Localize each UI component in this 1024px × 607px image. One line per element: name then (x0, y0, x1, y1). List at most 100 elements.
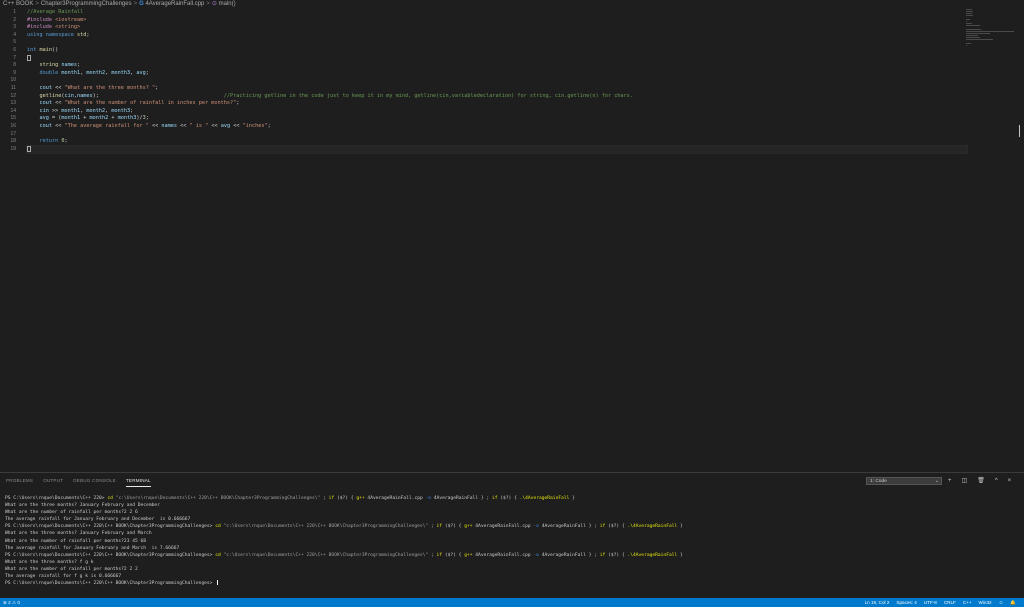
language-mode[interactable]: C++ (963, 598, 972, 607)
line-number: 17 (10, 130, 16, 137)
terminal-line: PS C:\Users\rnque\Documents\C++ 220\C++ … (5, 552, 683, 558)
bell-icon[interactable]: 🔔 (1010, 598, 1016, 607)
cpp-file-icon: G (139, 1, 144, 7)
breadcrumb-item[interactable]: Chapter3ProgrammingChallenges (41, 1, 132, 7)
code-line: cout << "What are the three months? "; (39, 84, 159, 91)
line-ending[interactable]: CRLF (944, 598, 956, 607)
feedback-icon[interactable]: ☺ (999, 598, 1004, 607)
terminal-line: What are the number of rainfall per mont… (5, 566, 138, 572)
line-number: 9 (13, 69, 16, 76)
terminal-line: The average rainfall for January Februar… (5, 545, 180, 551)
minimap-line (966, 14, 973, 17)
terminal-line: What are the three months? f g k (5, 559, 94, 565)
terminal-output[interactable]: PS C:\Users\rnque\Documents\C++ 220> cd … (5, 495, 1015, 587)
terminal-select[interactable]: 1: Code ⌄ (866, 477, 942, 485)
code-area[interactable]: //Average Rainfall #include <iostream> #in… (26, 9, 968, 155)
code-line: cout << "The average rainfall for " << n… (39, 122, 271, 129)
code-line: #include <string> (27, 24, 81, 31)
tab-debug-console[interactable]: DEBUG CONSOLE (73, 475, 116, 487)
code-line: double month1, month2, month3, avg; (39, 69, 149, 76)
line-number: 14 (10, 107, 16, 114)
breadcrumb-separator: > (206, 1, 210, 7)
terminal-line: What are the number of rainfall per mont… (5, 538, 147, 544)
code-line: using namespace std; (27, 31, 90, 38)
breadcrumb-item[interactable]: 4AverageRainFall.cpp (145, 1, 204, 7)
line-number: 12 (10, 92, 16, 99)
line-number: 13 (10, 100, 16, 107)
line-number: 2 (13, 16, 16, 23)
panel-actions: + ◫ 🗑 ^ × (948, 476, 1011, 486)
minimap-line (966, 18, 970, 21)
line-number: 4 (13, 31, 16, 38)
status-bar: ⊗ 2 ⚠ 0 Ln 19, Col 2 Spaces: 4 UTF-8 CRL… (0, 598, 1024, 607)
breadcrumb: C++ BOOK > Chapter3ProgrammingChallenges > G… (0, 0, 1024, 9)
code-line (26, 144, 968, 155)
terminal-select-value: 1: Code (870, 479, 887, 484)
code-line: cin >> month1, month2, month3; (39, 107, 134, 114)
terminal-line: What are the number of rainfall per mont… (5, 510, 138, 516)
terminal-line: The average rainfall for f g k is 0.6666… (5, 574, 122, 580)
line-number: 8 (13, 62, 16, 69)
terminal-line: PS C:\Users\rnque\Documents\C++ 220> cd … (5, 496, 575, 501)
minimap-line (966, 38, 994, 40)
tab-terminal[interactable]: TERMINAL (125, 475, 151, 487)
line-number: 10 (10, 77, 16, 84)
line-number: 19 (10, 145, 16, 152)
panel-tabs: PROBLEMS OUTPUT DEBUG CONSOLE TERMINAL (6, 475, 151, 487)
bracket-match-marker (27, 54, 31, 61)
bottom-panel: PROBLEMS OUTPUT DEBUG CONSOLE TERMINAL 1… (0, 472, 1024, 598)
tab-problems[interactable]: PROBLEMS (6, 475, 33, 487)
minimap-line (966, 24, 980, 27)
maximize-panel-icon[interactable]: ^ (995, 476, 998, 486)
code-line: string names; (39, 62, 81, 69)
line-number: 11 (10, 84, 16, 91)
kill-terminal-icon[interactable]: 🗑 (977, 476, 985, 486)
breadcrumb-item[interactable]: main() (219, 1, 236, 7)
breadcrumb-item[interactable]: C++ BOOK (3, 1, 33, 7)
breadcrumb-separator: > (35, 1, 39, 7)
breadcrumb-separator: > (133, 1, 138, 7)
close-panel-icon[interactable]: × (1008, 476, 1012, 486)
text-cursor (27, 145, 31, 152)
split-terminal-icon[interactable]: ◫ (962, 476, 968, 486)
code-line: cout << "What are the number of rainfall… (39, 100, 240, 107)
line-number-gutter: 1 2 3 4 5 6 7 8 9 10 11 12 13 14 15 16 17 18 19 (0, 9, 24, 153)
new-terminal-icon[interactable]: + (948, 476, 952, 486)
code-line: avg = (month1 + month2 + month3)/3; (39, 115, 149, 122)
terminal-line: What are the three months? January Febru… (5, 531, 152, 537)
platform[interactable]: Win32 (979, 598, 992, 607)
indentation[interactable]: Spaces: 4 (896, 598, 916, 607)
line-number: 1 (13, 9, 16, 15)
line-number: 16 (10, 122, 16, 129)
cursor-position[interactable]: Ln 19, Col 2 (865, 598, 890, 607)
code-editor[interactable]: 1 2 3 4 5 6 7 8 9 10 11 12 13 14 15 16 17 18 19 //Average … (0, 9, 1024, 472)
tab-output[interactable]: OUTPUT (43, 475, 63, 487)
line-number: 18 (10, 138, 16, 145)
status-right-items: Ln 19, Col 2 Spaces: 4 UTF-8 CRLF C++ Wi… (865, 598, 1016, 607)
chevron-down-icon: ⌄ (934, 478, 939, 484)
code-line: int main() (27, 46, 59, 53)
terminal-line: PS C:\Users\rnque\Documents\C++ 220\C++ … (5, 580, 1015, 587)
minimap-line (966, 42, 971, 44)
line-number: 15 (10, 115, 16, 122)
minimap[interactable] (966, 9, 1016, 49)
terminal-cursor (217, 580, 219, 586)
line-number: 7 (13, 54, 16, 61)
code-line: //Average Rainfall (27, 9, 84, 15)
code-line: getline(cin,names); //Practicing getline… (39, 92, 633, 99)
code-line: #include <iostream> (27, 16, 87, 23)
code-line (27, 54, 967, 63)
code-line: return 0; (39, 138, 68, 145)
terminal-line: What are the three months? January Febru… (5, 503, 160, 509)
terminal-line: The average rainfall for January Februar… (5, 517, 191, 523)
function-icon: ⊙ (211, 1, 217, 7)
line-number: 6 (13, 46, 16, 53)
problems-status[interactable]: ⊗ 2 ⚠ 0 (3, 598, 20, 607)
terminal-line: PS C:\Users\rnque\Documents\C++ 220\C++ … (5, 524, 683, 530)
editor-scrollbar[interactable] (1018, 125, 1021, 137)
line-number: 3 (13, 24, 16, 31)
encoding[interactable]: UTF-8 (924, 598, 937, 607)
